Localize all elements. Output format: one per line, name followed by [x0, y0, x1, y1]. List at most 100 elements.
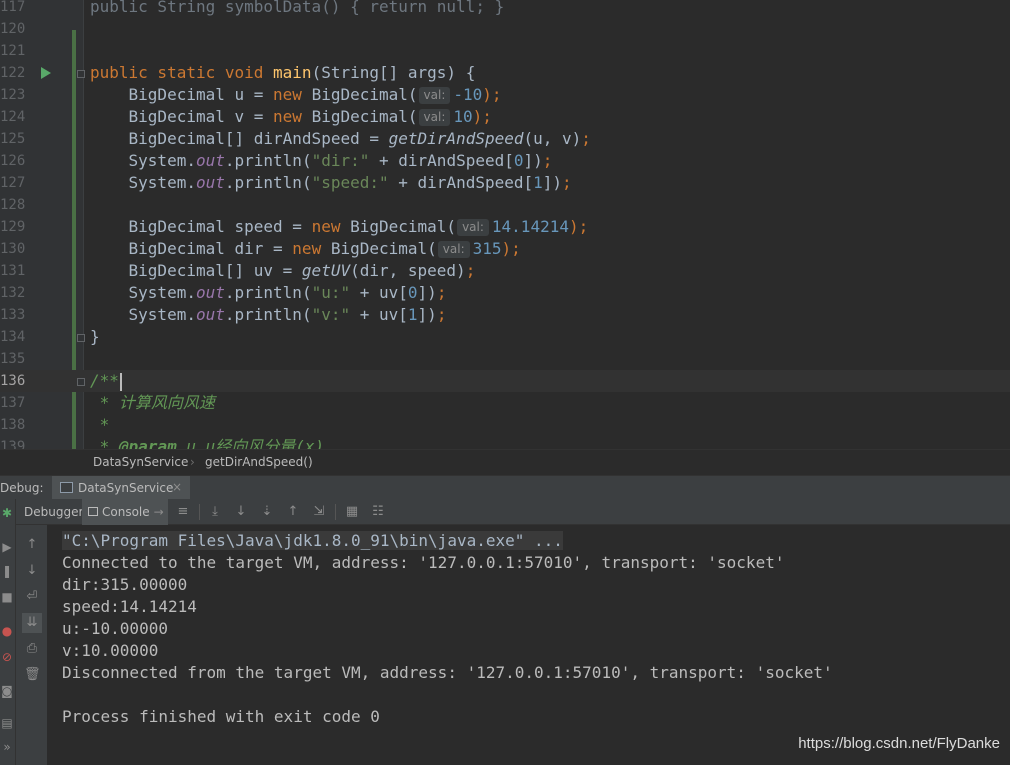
print-icon[interactable]: ⎙ [24, 641, 40, 657]
breadcrumb-separator: › [190, 455, 195, 469]
console-line: Connected to the target VM, address: '12… [62, 553, 785, 572]
code-token: ; [581, 129, 591, 148]
code-token: out [195, 151, 225, 170]
code-token: BigDecimal( [311, 85, 418, 104]
stop-icon[interactable]: ■ [0, 589, 14, 605]
evaluate-expression-icon[interactable]: ▦ [344, 504, 360, 520]
breadcrumb-method[interactable]: getDirAndSpeed() [205, 455, 313, 469]
code-line[interactable]: 135 [0, 348, 1010, 370]
step-into-icon[interactable]: ⇣ [259, 504, 275, 520]
code-line[interactable]: 138 * [0, 414, 1010, 436]
up-arrow-icon[interactable]: ↑ [24, 537, 40, 553]
code-line[interactable]: 133 System.out.println("v:" + uv[1]); [0, 304, 1010, 326]
pin-arrow-icon: → [153, 505, 164, 519]
pause-icon[interactable]: ❚ [0, 563, 14, 579]
console-line: dir:315.00000 [62, 575, 188, 594]
down-arrow-icon[interactable]: ↓ [24, 563, 40, 579]
layout-icon[interactable]: ▤ [0, 715, 14, 731]
code-token: "u:" [311, 283, 351, 302]
tab-debugger[interactable]: Debugger [20, 499, 87, 525]
code-token: 315 [472, 239, 502, 258]
code-token: ; [436, 305, 447, 324]
code-text: BigDecimal speed = new BigDecimal(val: 14… [90, 216, 588, 238]
camera-icon[interactable]: ◙ [0, 683, 14, 699]
breadcrumb: DataSynService › getDirAndSpeed() [0, 449, 1010, 475]
show-execution-point-icon[interactable]: ⤓ [207, 504, 223, 520]
code-text: public static void main(String[] args) { [90, 62, 475, 84]
code-line[interactable]: 117 public String symbolData() { return n… [0, 0, 1010, 18]
code-line[interactable]: 139 * @param u u经向风分量(x) [0, 436, 1010, 449]
debug-session-tab[interactable]: DataSynService × [52, 476, 190, 500]
run-icon[interactable] [41, 67, 51, 79]
code-token: out [195, 283, 225, 302]
trash-icon[interactable]: 🗑 [24, 667, 41, 683]
code-line[interactable]: 131 BigDecimal[] uv = getUV(dir, speed); [0, 260, 1010, 282]
code-line[interactable]: 137 * 计算风向风速 [0, 392, 1010, 414]
code-token: new [273, 107, 312, 126]
code-token: "v:" [311, 305, 351, 324]
code-text: BigDecimal dir = new BigDecimal(val: 315)… [90, 238, 521, 260]
step-over-icon[interactable]: ↓ [233, 504, 249, 520]
line-number: 125 [0, 131, 26, 147]
code-line[interactable]: 122 public static void main(String[] args… [0, 62, 1010, 84]
console-line: u:-10.00000 [62, 619, 168, 638]
code-token: 10 [453, 107, 473, 126]
code-token: "speed:" [311, 173, 389, 192]
code-token: u u经向风分量(x) [176, 437, 325, 449]
run-to-cursor-icon[interactable]: ⇲ [311, 504, 327, 520]
code-line[interactable]: 121 [0, 40, 1010, 62]
code-line[interactable]: 132 System.out.println("u:" + uv[0]); [0, 282, 1010, 304]
console-line: v:10.00000 [62, 641, 159, 660]
line-number: 124 [0, 109, 26, 125]
menu-lines-icon[interactable]: ≡ [175, 504, 191, 520]
fold-marker-icon[interactable] [77, 70, 85, 78]
code-token: .println( [224, 151, 312, 170]
code-line[interactable]: 127 System.out.println("speed:" + dirAnd… [0, 172, 1010, 194]
fold-marker-icon[interactable] [77, 378, 85, 386]
code-token: BigDecimal u = [90, 85, 274, 104]
code-line[interactable]: 125 BigDecimal[] dirAndSpeed = getDirAnd… [0, 128, 1010, 150]
code-token: + dirAndSpeed[ [388, 173, 534, 192]
view-breakpoints-icon[interactable]: ● [0, 623, 14, 639]
line-number: 129 [0, 219, 26, 235]
soft-wrap-icon[interactable]: ⏎ [24, 589, 40, 605]
code-token: BigDecimal[] dirAndSpeed = [90, 129, 389, 148]
tab-console[interactable]: Console → [82, 499, 168, 525]
code-token: ; [542, 151, 553, 170]
scroll-to-end-icon[interactable]: ⇊ [22, 613, 42, 633]
console-line: Process finished with exit code 0 [62, 707, 380, 726]
breadcrumb-class[interactable]: DataSynService [93, 455, 188, 469]
code-token: * [90, 415, 110, 434]
code-line[interactable]: 128 [0, 194, 1010, 216]
code-line[interactable]: 123 BigDecimal u = new BigDecimal(val: -1… [0, 84, 1010, 106]
code-token: ]) [542, 173, 563, 192]
toolbar-divider [335, 504, 336, 520]
close-icon[interactable]: × [172, 480, 182, 494]
toolbar-divider [199, 504, 200, 520]
code-line[interactable]: 120 [0, 18, 1010, 40]
code-line[interactable]: 129 BigDecimal speed = new BigDecimal(va… [0, 216, 1010, 238]
code-token: main [273, 63, 312, 82]
code-token: 0 [407, 283, 418, 302]
trace-icon[interactable]: ☷ [370, 504, 386, 520]
code-line[interactable]: 136 /** [0, 370, 1010, 392]
console-command-line[interactable]: "C:\Program Files\Java\jdk1.8.0_91\bin\j… [62, 531, 563, 550]
fold-marker-icon[interactable] [77, 334, 85, 342]
mute-breakpoints-icon[interactable]: ⊘ [0, 649, 14, 665]
code-line[interactable]: 134} [0, 326, 1010, 348]
code-token: ); [501, 239, 521, 258]
code-line[interactable]: 126 System.out.println("dir:" + dirAndSp… [0, 150, 1010, 172]
resume-icon[interactable]: ▶ [0, 539, 14, 555]
code-line[interactable]: 124 BigDecimal v = new BigDecimal(val: 10… [0, 106, 1010, 128]
code-line[interactable]: 130 BigDecimal dir = new BigDecimal(val:… [0, 238, 1010, 260]
more-icon[interactable]: » [0, 739, 14, 755]
bug-icon: ✱ [1, 506, 13, 520]
code-token: (u, v) [523, 129, 582, 148]
code-editor[interactable]: 117 public String symbolData() { return n… [0, 0, 1010, 449]
code-token: (dir, speed) [350, 261, 466, 280]
line-number: 117 [0, 0, 26, 15]
step-out-icon[interactable]: ↑ [285, 504, 301, 520]
console-output[interactable]: "C:\Program Files\Java\jdk1.8.0_91\bin\j… [48, 525, 1010, 765]
code-token: } [90, 327, 100, 346]
code-token: BigDecimal speed = [90, 217, 312, 236]
